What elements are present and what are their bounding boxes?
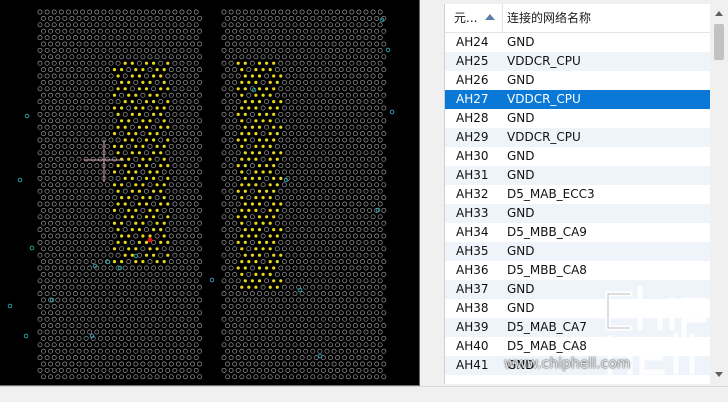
pin-cell: AH35 <box>456 244 489 258</box>
pin-cell: AH36 <box>456 263 489 277</box>
pin-cell: AH38 <box>456 301 489 315</box>
net-cell: D5_MBB_CA9 <box>507 225 587 239</box>
table-row[interactable]: AH33 GND <box>445 204 715 223</box>
scrollbar-thumb[interactable] <box>714 24 724 60</box>
list-header: 元... 连接的网络名称 <box>445 4 728 33</box>
table-row[interactable]: AH41 GND <box>445 356 715 375</box>
pin-cell: AH31 <box>456 168 489 182</box>
table-row[interactable]: AH31 GND <box>445 166 715 185</box>
table-row[interactable]: AH32 D5_MAB_ECC3 <box>445 185 715 204</box>
scroll-up-icon[interactable] <box>715 11 723 16</box>
column-header-net[interactable]: 连接的网络名称 <box>503 4 713 32</box>
pin-net-list[interactable]: 元... 连接的网络名称 AH24 GND AH25 VDDCR_CPU AH26 GND… <box>444 4 728 384</box>
pin-cell: AH28 <box>456 111 489 125</box>
table-row[interactable]: AH24 GND <box>445 33 715 52</box>
net-cell: D5_MAB_CA7 <box>507 320 587 334</box>
table-row[interactable]: AH26 GND <box>445 71 715 90</box>
net-cell: VDDCR_CPU <box>507 130 581 144</box>
net-cell: D5_MAB_CA8 <box>507 339 587 353</box>
table-row[interactable]: AH34 D5_MBB_CA9 <box>445 223 715 242</box>
pin-cell: AH39 <box>456 320 489 334</box>
column-header-pin-label: 元... <box>454 11 478 25</box>
net-cell: D5_MBB_CA8 <box>507 263 587 277</box>
scroll-down-icon[interactable] <box>715 372 723 377</box>
pin-cell: AH40 <box>456 339 489 353</box>
table-row[interactable]: AH29 VDDCR_CPU <box>445 128 715 147</box>
table-row[interactable]: AH40 D5_MAB_CA8 <box>445 337 715 356</box>
net-cell: D5_MAB_ECC3 <box>507 187 595 201</box>
pin-cell: AH27 <box>456 92 489 106</box>
pin-cell: AH30 <box>456 149 489 163</box>
column-header-pin[interactable]: 元... <box>445 4 503 32</box>
table-row[interactable]: AH28 GND <box>445 109 715 128</box>
table-row[interactable]: AH27 VDDCR_CPU <box>445 90 715 109</box>
sort-ascending-icon <box>485 14 495 20</box>
net-cell: GND <box>507 206 535 220</box>
pin-cell: AH26 <box>456 73 489 87</box>
status-strip <box>0 386 728 402</box>
pin-cell: AH41 <box>456 358 489 372</box>
net-cell: GND <box>507 282 535 296</box>
net-cell: VDDCR_CPU <box>507 92 581 106</box>
pcb-board-view[interactable] <box>0 0 420 386</box>
vertical-scrollbar[interactable] <box>710 4 728 384</box>
pin-cell: AH33 <box>456 206 489 220</box>
pin-cell: AH37 <box>456 282 489 296</box>
table-row[interactable]: AH30 GND <box>445 147 715 166</box>
net-cell: GND <box>507 111 535 125</box>
net-cell: GND <box>507 358 535 372</box>
table-row[interactable]: AH39 D5_MAB_CA7 <box>445 318 715 337</box>
pin-cell: AH25 <box>456 54 489 68</box>
pin-cell: AH29 <box>456 130 489 144</box>
net-cell: GND <box>507 301 535 315</box>
net-cell: GND <box>507 244 535 258</box>
net-cell: GND <box>507 168 535 182</box>
net-cell: GND <box>507 73 535 87</box>
net-cell: VDDCR_CPU <box>507 54 581 68</box>
table-row[interactable]: AH36 D5_MBB_CA8 <box>445 261 715 280</box>
table-row[interactable]: AH35 GND <box>445 242 715 261</box>
pin-cell: AH24 <box>456 35 489 49</box>
table-row[interactable]: AH38 GND <box>445 299 715 318</box>
pin-grid-canvas[interactable] <box>0 0 419 385</box>
pin-cell: AH34 <box>456 225 489 239</box>
net-cell: GND <box>507 149 535 163</box>
table-row[interactable]: AH25 VDDCR_CPU <box>445 52 715 71</box>
column-header-net-label: 连接的网络名称 <box>507 11 592 25</box>
panel-splitter[interactable] <box>420 0 444 385</box>
pin-cell: AH32 <box>456 187 489 201</box>
net-cell: GND <box>507 35 535 49</box>
table-row[interactable]: AH37 GND <box>445 280 715 299</box>
